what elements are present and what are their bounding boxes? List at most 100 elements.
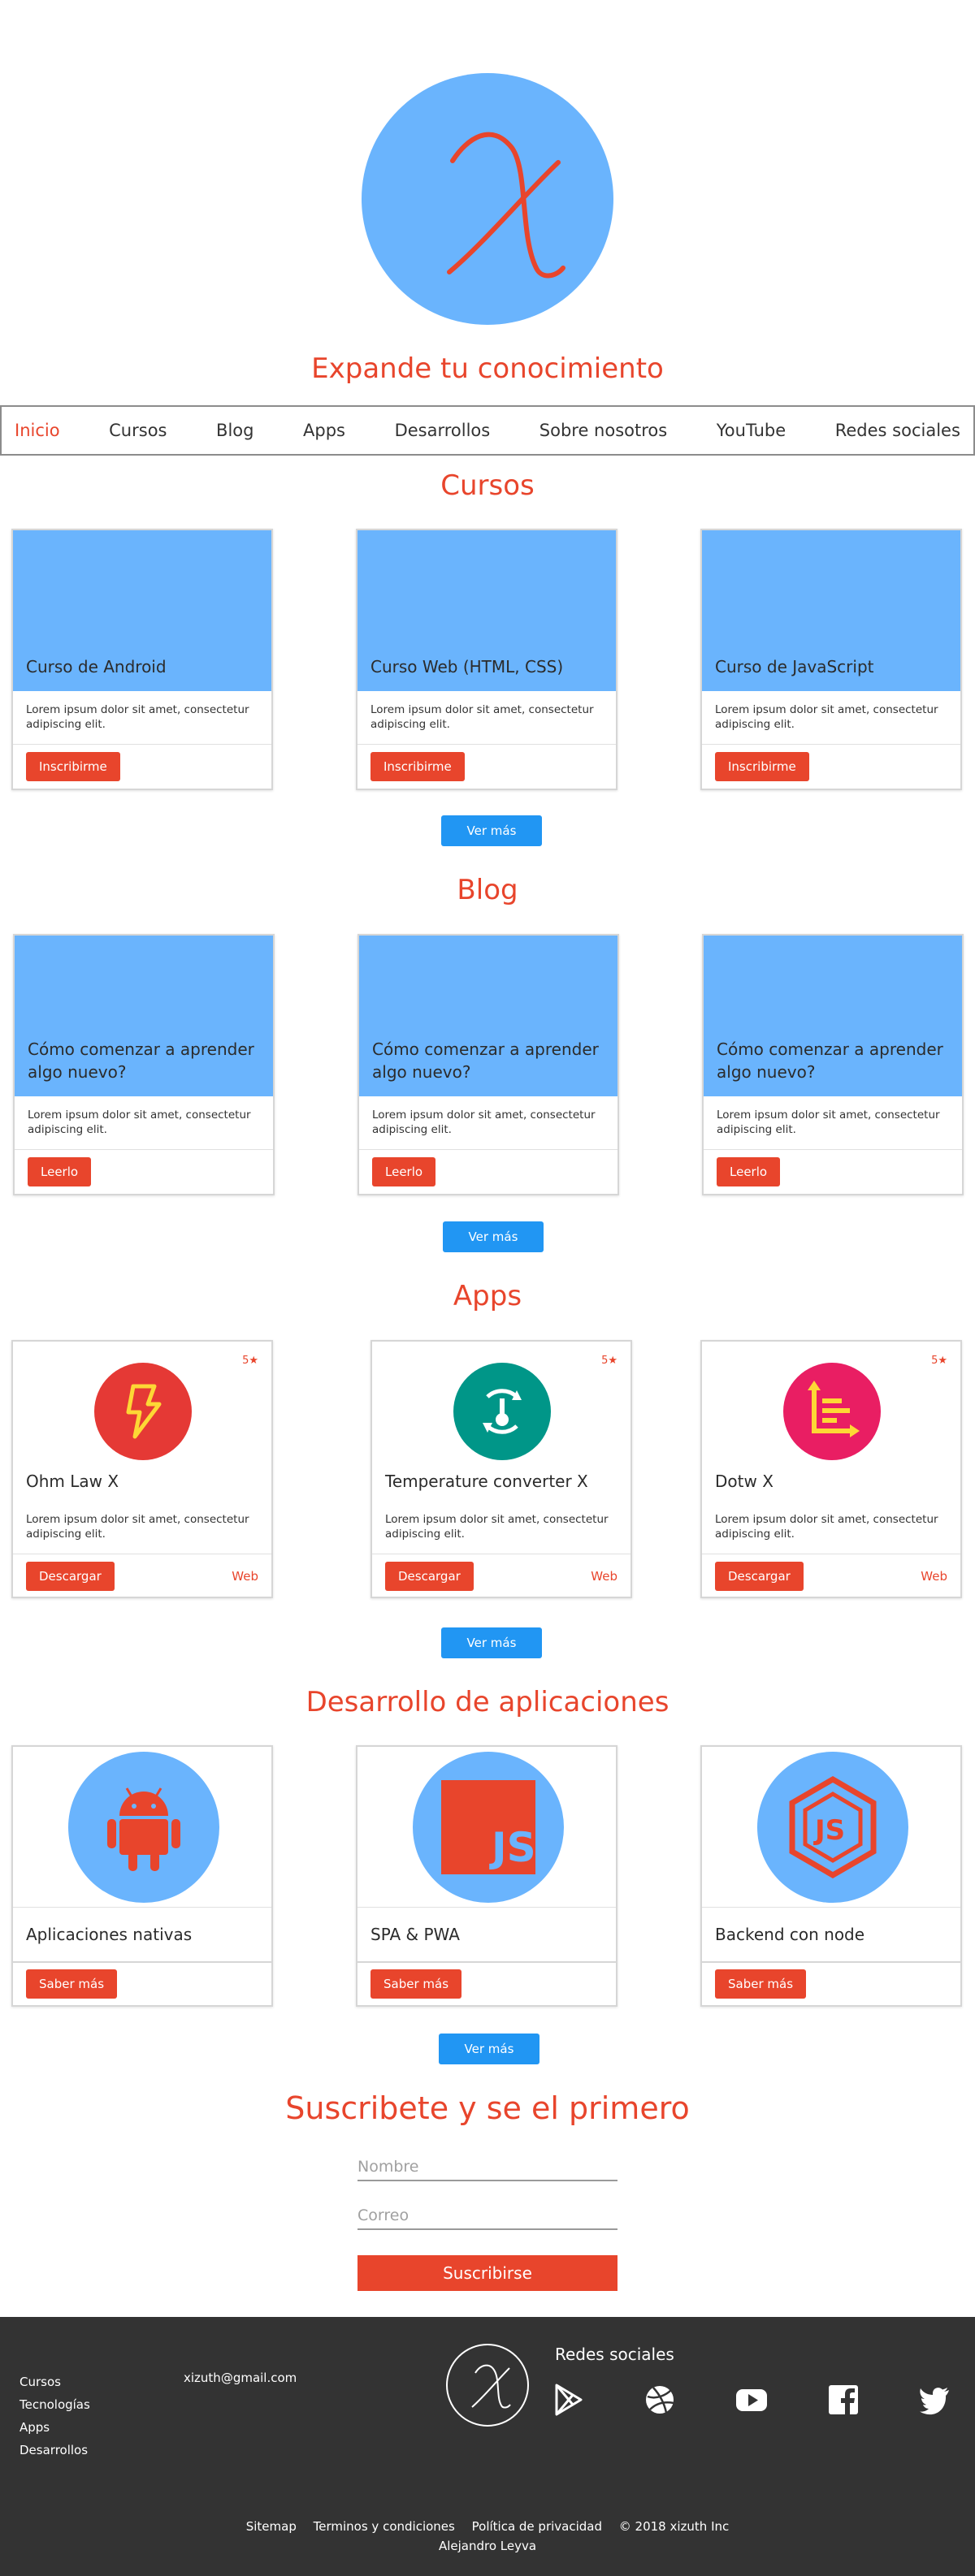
read-button[interactable]: Leerlo: [28, 1157, 92, 1186]
app-card: 5★ Dotw X Lorem ipsum dolor sit amet, co…: [700, 1340, 962, 1598]
nav-item-cursos[interactable]: Cursos: [109, 421, 167, 440]
footer-link-cursos[interactable]: Cursos: [20, 2371, 90, 2393]
card-title: Curso de Android: [26, 657, 167, 676]
read-button[interactable]: Leerlo: [372, 1157, 436, 1186]
card-actions: Leerlo: [15, 1150, 273, 1194]
card-actions: Leerlo: [359, 1150, 618, 1194]
dev-card: JS SPA & PWA Saber más: [356, 1745, 618, 2007]
card-media: Cómo comenzar a aprender algo nuevo?: [15, 936, 273, 1096]
apps-more-button[interactable]: Ver más: [441, 1627, 542, 1658]
card-actions: Descargar Web: [702, 1554, 960, 1598]
blog-more-button[interactable]: Ver más: [443, 1221, 544, 1252]
card-media: Cómo comenzar a aprender algo nuevo?: [704, 936, 962, 1096]
card-media: Cómo comenzar a aprender algo nuevo?: [359, 936, 618, 1096]
enroll-button[interactable]: Inscribirme: [26, 752, 120, 781]
nodejs-icon: JS: [757, 1752, 908, 1903]
name-field[interactable]: [358, 2154, 618, 2181]
app-card: 5★ Temperature converter X Lorem ipsum d…: [370, 1340, 632, 1598]
footer-email[interactable]: xizuth@gmail.com: [184, 2371, 297, 2385]
download-button[interactable]: Descargar: [26, 1562, 115, 1591]
course-card: Curso de Android Lorem ipsum dolor sit a…: [11, 529, 273, 790]
dev-name: Aplicaciones nativas: [13, 1908, 271, 1963]
footer-link-apps[interactable]: Apps: [20, 2416, 90, 2439]
author: Alejandro Leyva: [438, 2539, 537, 2553]
sitemap-link[interactable]: Sitemap: [246, 2519, 297, 2534]
web-link[interactable]: Web: [232, 1569, 258, 1584]
youtube-icon[interactable]: [735, 2384, 768, 2416]
apps-title: Apps: [453, 1280, 522, 1312]
learn-more-button[interactable]: Saber más: [26, 1969, 118, 1999]
learn-more-button[interactable]: Saber más: [370, 1969, 462, 1999]
nav-item-apps[interactable]: Apps: [303, 421, 345, 440]
learn-more-button[interactable]: Saber más: [715, 1969, 807, 1999]
dev-name: SPA & PWA: [358, 1908, 616, 1963]
nav-item-youtube[interactable]: YouTube: [717, 421, 786, 440]
card-media: Curso de Android: [13, 530, 271, 691]
card-media: Curso de JavaScript: [702, 530, 960, 691]
nav-item-blog[interactable]: Blog: [216, 421, 254, 440]
read-button[interactable]: Leerlo: [717, 1157, 781, 1186]
card-text: Lorem ipsum dolor sit amet, consectetur …: [359, 1096, 618, 1150]
card-text: Lorem ipsum dolor sit amet, consectetur …: [704, 1096, 962, 1150]
card-title: Curso Web (HTML, CSS): [370, 657, 564, 676]
app-card-top: 5★ Dotw X Lorem ipsum dolor sit amet, co…: [702, 1342, 960, 1554]
card-media: Curso Web (HTML, CSS): [358, 530, 616, 691]
card-actions: Saber más: [13, 1963, 271, 2005]
card-title: Cómo comenzar a aprender algo nuevo?: [372, 1039, 599, 1082]
enroll-button[interactable]: Inscribirme: [370, 752, 465, 781]
app-description: Lorem ipsum dolor sit amet, consectetur …: [385, 1513, 609, 1541]
google-play-icon[interactable]: [552, 2384, 584, 2416]
web-link[interactable]: Web: [921, 1569, 947, 1584]
nav-item-redes-sociales[interactable]: Redes sociales: [835, 421, 960, 440]
email-field[interactable]: [358, 2202, 618, 2230]
card-actions: Inscribirme: [358, 745, 616, 789]
enroll-button[interactable]: Inscribirme: [715, 752, 809, 781]
card-title: Curso de JavaScript: [715, 657, 874, 676]
download-button[interactable]: Descargar: [715, 1562, 804, 1591]
card-actions: Saber más: [358, 1963, 616, 2005]
timeline-chart-icon: [783, 1363, 881, 1460]
facebook-icon[interactable]: [827, 2384, 860, 2416]
privacy-link[interactable]: Política de privacidad: [472, 2519, 602, 2534]
javascript-icon: JS: [413, 1752, 564, 1903]
x-script-logo-icon: [446, 2344, 529, 2427]
terms-link[interactable]: Terminos y condiciones: [314, 2519, 455, 2534]
thermometer-icon: [453, 1363, 551, 1460]
courses-more-button[interactable]: Ver más: [441, 815, 542, 846]
footer-link-desarrollos[interactable]: Desarrollos: [20, 2439, 90, 2461]
subscribe-button[interactable]: Suscribirse: [358, 2255, 618, 2291]
dev-card-top: [13, 1747, 271, 1908]
tagline: Expande tu conocimiento: [311, 352, 664, 385]
footer-link-tecnologias[interactable]: Tecnologías: [20, 2393, 90, 2416]
social-title: Redes sociales: [555, 2345, 674, 2364]
dribbble-icon[interactable]: [644, 2384, 676, 2416]
app-card-top: 5★ Ohm Law X Lorem ipsum dolor sit amet,…: [13, 1342, 271, 1554]
nav-item-inicio[interactable]: Inicio: [15, 421, 60, 440]
card-actions: Descargar Web: [372, 1554, 630, 1598]
app-card: 5★ Ohm Law X Lorem ipsum dolor sit amet,…: [11, 1340, 273, 1598]
card-text: Lorem ipsum dolor sit amet, consectetur …: [13, 691, 271, 745]
download-button[interactable]: Descargar: [385, 1562, 474, 1591]
blog-card: Cómo comenzar a aprender algo nuevo? Lor…: [358, 934, 619, 1195]
twitter-icon[interactable]: [918, 2384, 951, 2416]
rating-badge: 5★: [601, 1355, 618, 1367]
rating-badge: 5★: [242, 1355, 258, 1367]
nav-item-sobre-nosotros[interactable]: Sobre nosotros: [540, 421, 667, 440]
course-card: Curso Web (HTML, CSS) Lorem ipsum dolor …: [356, 529, 618, 790]
nav-item-desarrollos[interactable]: Desarrollos: [395, 421, 491, 440]
card-actions: Inscribirme: [13, 745, 271, 789]
web-link[interactable]: Web: [591, 1569, 618, 1584]
blog-title: Blog: [457, 874, 518, 906]
dev-more-button[interactable]: Ver más: [439, 2034, 540, 2064]
dev-card-top: JS: [702, 1747, 960, 1908]
card-title: Cómo comenzar a aprender algo nuevo?: [717, 1039, 943, 1082]
app-description: Lorem ipsum dolor sit amet, consectetur …: [715, 1513, 938, 1541]
svg-text:JS: JS: [813, 1814, 845, 1847]
footer-bottom: Sitemap Terminos y condiciones Política …: [0, 2517, 975, 2556]
x-script-logo-icon: [362, 73, 613, 325]
lightning-icon: [94, 1363, 192, 1460]
course-card: Curso de JavaScript Lorem ipsum dolor si…: [700, 529, 962, 790]
subscribe-title: Suscribete y se el primero: [285, 2090, 690, 2126]
card-text: Lorem ipsum dolor sit amet, consectetur …: [358, 691, 616, 745]
dev-card: Aplicaciones nativas Saber más: [11, 1745, 273, 2007]
